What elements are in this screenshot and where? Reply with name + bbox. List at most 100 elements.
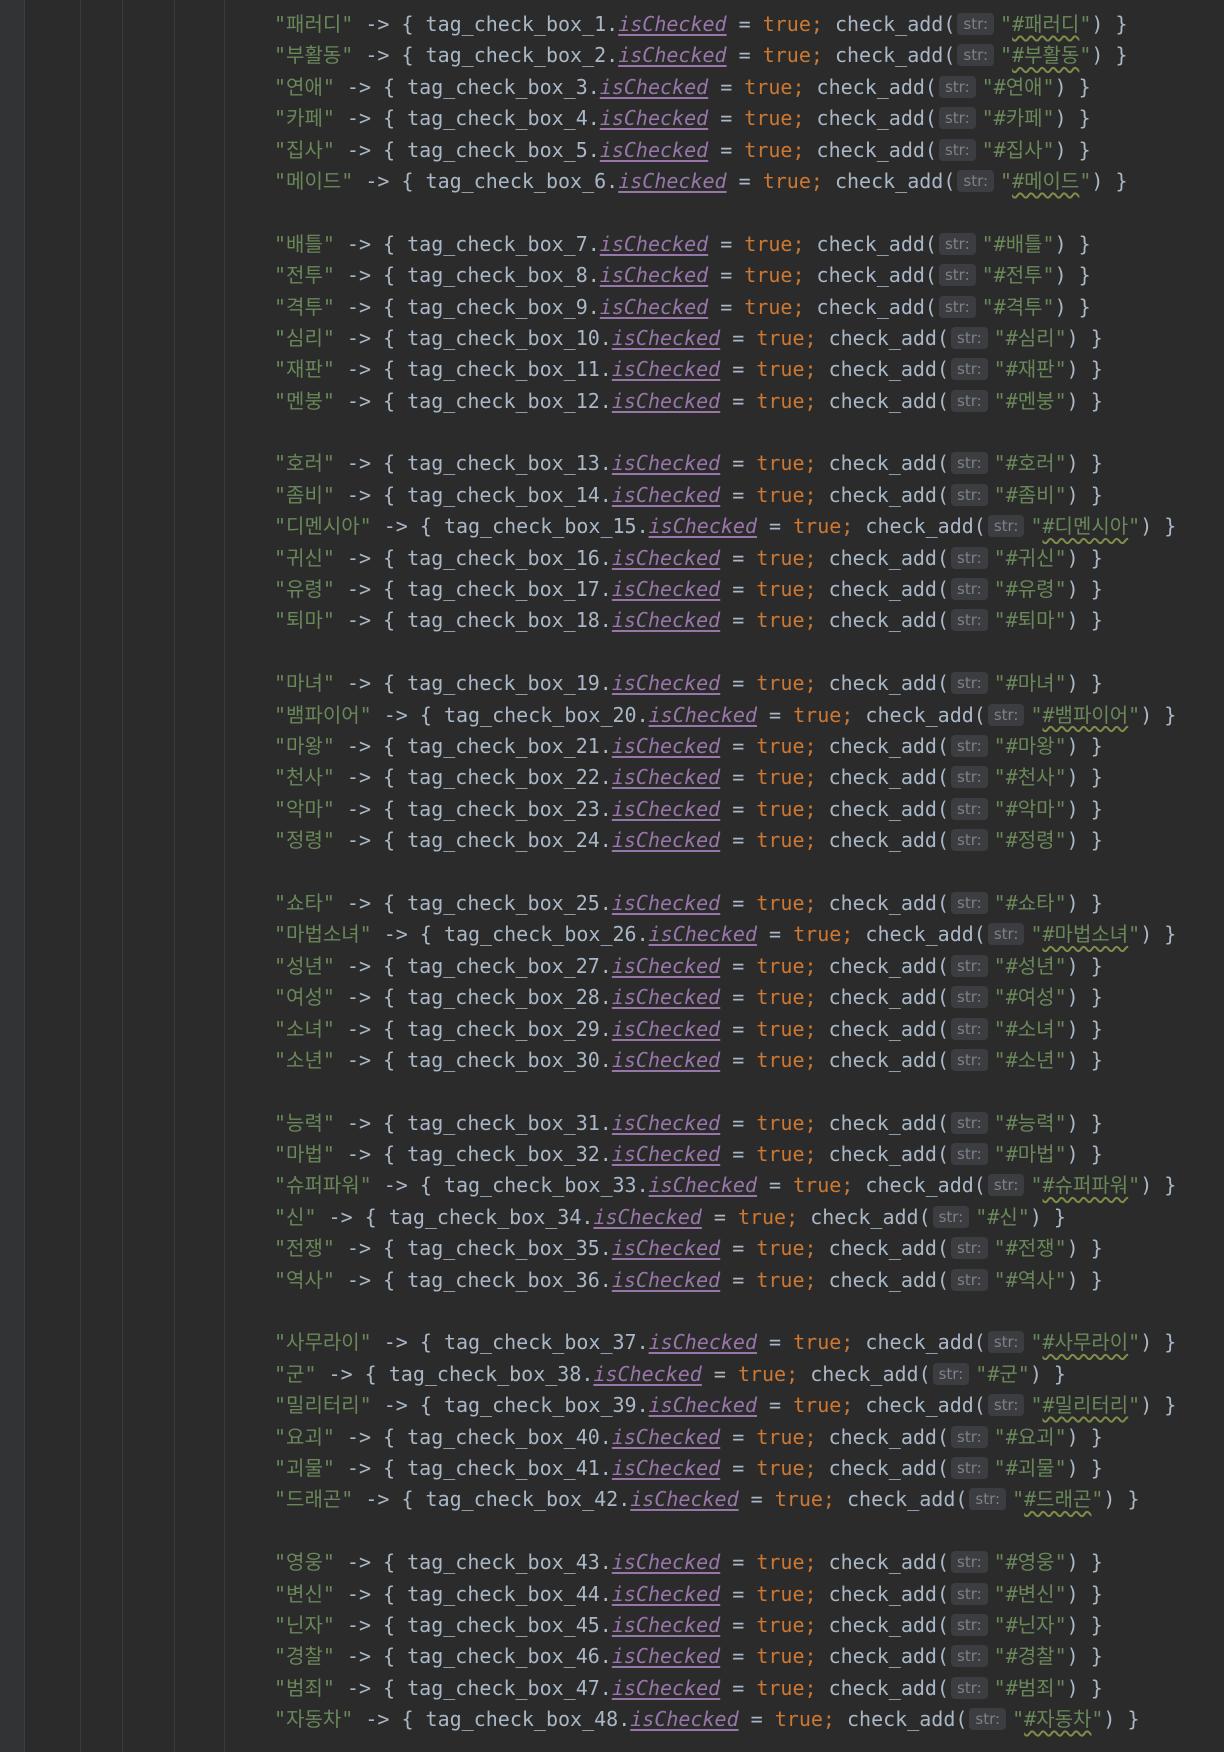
tag-string: #군 (987, 1361, 1018, 1386)
assign-operator: = (720, 1455, 757, 1480)
code-line[interactable]: "좀비" -> { tag_check_box_14.isChecked = t… (274, 480, 1214, 511)
code-line[interactable]: "호러" -> { tag_check_box_13.isChecked = t… (274, 448, 1214, 479)
true-keyword: true; (793, 922, 854, 947)
code-line[interactable]: "귀신" -> { tag_check_box_16.isChecked = t… (274, 543, 1214, 574)
checkbox-ref: tag_check_box_13. (407, 451, 612, 476)
checkbox-ref: tag_check_box_36. (407, 1267, 612, 1292)
code-line[interactable]: "마법" -> { tag_check_box_32.isChecked = t… (274, 1139, 1214, 1170)
tag-string: #쇼타 (1005, 890, 1055, 915)
code-line[interactable]: "심리" -> { tag_check_box_10.isChecked = t… (274, 323, 1214, 354)
blank-line[interactable] (274, 857, 1214, 888)
code-line[interactable]: "범죄" -> { tag_check_box_47.isChecked = t… (274, 1673, 1214, 1704)
code-line[interactable]: "신" -> { tag_check_box_34.isChecked = tr… (274, 1202, 1214, 1233)
blank-line[interactable] (274, 1076, 1214, 1107)
code-line[interactable]: "정령" -> { tag_check_box_24.isChecked = t… (274, 825, 1214, 856)
param-hint: str: (987, 1174, 1025, 1197)
code-line[interactable]: "패러디" -> { tag_check_box_1.isChecked = t… (274, 9, 1214, 40)
code-line[interactable]: "배틀" -> { tag_check_box_7.isChecked = tr… (274, 229, 1214, 260)
code-line[interactable]: "성년" -> { tag_check_box_27.isChecked = t… (274, 951, 1214, 982)
code-line[interactable]: "군" -> { tag_check_box_38.isChecked = tr… (274, 1359, 1214, 1390)
quote: " (1017, 1361, 1030, 1386)
close-brace: ) } (1054, 263, 1091, 288)
code-line[interactable]: "드래곤" -> { tag_check_box_42.isChecked = … (274, 1484, 1214, 1515)
code-line[interactable]: "멘붕" -> { tag_check_box_12.isChecked = t… (274, 386, 1214, 417)
code-line[interactable]: "카페" -> { tag_check_box_4.isChecked = tr… (274, 103, 1214, 134)
code-line[interactable]: "자동차" -> { tag_check_box_48.isChecked = … (274, 1704, 1214, 1735)
code-line[interactable]: "경찰" -> { tag_check_box_46.isChecked = t… (274, 1641, 1214, 1672)
code-line[interactable]: "천사" -> { tag_check_box_22.isChecked = t… (274, 762, 1214, 793)
tag-string: #퇴마 (1005, 608, 1055, 633)
checkbox-ref: tag_check_box_26. (443, 922, 649, 947)
code-line[interactable]: "괴물" -> { tag_check_box_41.isChecked = t… (274, 1453, 1214, 1484)
code-line[interactable]: "전쟁" -> { tag_check_box_35.isChecked = t… (274, 1233, 1214, 1264)
code-line[interactable]: "슈퍼파워" -> { tag_check_box_33.isChecked =… (274, 1170, 1214, 1201)
code-line[interactable]: "소녀" -> { tag_check_box_29.isChecked = t… (274, 1014, 1214, 1045)
code-line[interactable]: "요괴" -> { tag_check_box_40.isChecked = t… (274, 1422, 1214, 1453)
tag-string: #뱀파이어 (1042, 702, 1129, 727)
param-hint: str: (957, 169, 995, 192)
ischecked-property: isChecked (611, 577, 721, 602)
quote: " (993, 1455, 1006, 1480)
code-line[interactable]: "변신" -> { tag_check_box_44.isChecked = t… (274, 1579, 1214, 1610)
close-brace: ) } (1054, 74, 1091, 99)
code-line[interactable]: "쇼타" -> { tag_check_box_25.isChecked = t… (274, 888, 1214, 919)
code-line[interactable]: "여성" -> { tag_check_box_28.isChecked = t… (274, 982, 1214, 1013)
code-line[interactable]: "전투" -> { tag_check_box_8.isChecked = tr… (274, 260, 1214, 291)
assign-operator: = (720, 1612, 757, 1637)
arrow-operator: -> { (334, 1424, 408, 1449)
quote: " (981, 74, 994, 99)
ischecked-property: isChecked (611, 796, 721, 821)
code-line[interactable]: "능력" -> { tag_check_box_31.isChecked = t… (274, 1108, 1214, 1139)
close-brace: ) } (1066, 1455, 1103, 1480)
quote: " (993, 545, 1006, 570)
quote: " (993, 1142, 1006, 1167)
code-line[interactable]: "소년" -> { tag_check_box_30.isChecked = t… (274, 1045, 1214, 1076)
code-line[interactable]: "퇴마" -> { tag_check_box_18.isChecked = t… (274, 605, 1214, 636)
code-line[interactable]: "악마" -> { tag_check_box_23.isChecked = t… (274, 794, 1214, 825)
code-line[interactable]: "마녀" -> { tag_check_box_19.isChecked = t… (274, 668, 1214, 699)
param-hint: str: (987, 1331, 1025, 1354)
tag-string: #카페 (993, 106, 1043, 131)
tag-string: #전쟁 (1005, 1236, 1055, 1261)
code-line[interactable]: "유령" -> { tag_check_box_17.isChecked = t… (274, 574, 1214, 605)
code-line[interactable]: "영웅" -> { tag_check_box_43.isChecked = t… (274, 1547, 1214, 1578)
close-brace: ) } (1054, 106, 1091, 131)
tag-string: #범죄 (1005, 1675, 1055, 1700)
code-line[interactable]: "부활동" -> { tag_check_box_2.isChecked = t… (274, 40, 1214, 71)
ischecked-property: isChecked (611, 1110, 721, 1135)
code-line[interactable]: "메이드" -> { tag_check_box_6.isChecked = t… (274, 166, 1214, 197)
param-hint: str: (951, 1048, 988, 1071)
ischecked-property: isChecked (599, 74, 709, 99)
checkbox-ref: tag_check_box_5. (407, 137, 600, 162)
code-line[interactable]: "밀리터리" -> { tag_check_box_39.isChecked =… (274, 1390, 1214, 1421)
checkbox-ref: tag_check_box_6. (425, 168, 619, 193)
when-key: "부활동" (274, 43, 354, 68)
checkbox-ref: tag_check_box_38. (388, 1361, 594, 1386)
code-line[interactable]: "연애" -> { tag_check_box_3.isChecked = tr… (274, 72, 1214, 103)
blank-line[interactable] (274, 1516, 1214, 1547)
blank-line[interactable] (274, 197, 1214, 228)
assign-operator: = (708, 137, 745, 162)
blank-line[interactable] (274, 417, 1214, 448)
code-line[interactable]: "격투" -> { tag_check_box_9.isChecked = tr… (274, 292, 1214, 323)
assign-operator: = (720, 325, 757, 350)
assign-operator: = (726, 12, 763, 36)
code-editor[interactable]: "패러디" -> { tag_check_box_1. isChecked = t… (274, 9, 1214, 1735)
code-line[interactable]: "재판" -> { tag_check_box_11.isChecked = t… (274, 354, 1214, 385)
code-line[interactable]: "닌자" -> { tag_check_box_45.isChecked = t… (274, 1610, 1214, 1641)
code-line[interactable]: "마법소녀" -> { tag_check_box_26.isChecked =… (274, 919, 1214, 950)
code-line[interactable]: "디멘시아" -> { tag_check_box_15.isChecked =… (274, 511, 1214, 542)
code-line[interactable]: "뱀파이어" -> { tag_check_box_20.isChecked =… (274, 700, 1214, 731)
check-add-call: check_add( (816, 1612, 950, 1637)
ischecked-property: isChecked (611, 828, 721, 853)
blank-line[interactable] (274, 637, 1214, 668)
assign-operator: = (720, 1267, 757, 1292)
code-line[interactable]: "집사" -> { tag_check_box_5.isChecked = tr… (274, 135, 1214, 166)
blank-line[interactable] (274, 1296, 1214, 1327)
close-brace: ) } (1066, 765, 1103, 790)
quote: " (1000, 12, 1013, 36)
code-line[interactable]: "마왕" -> { tag_check_box_21.isChecked = t… (274, 731, 1214, 762)
code-line[interactable]: "사무라이" -> { tag_check_box_37.isChecked =… (274, 1327, 1214, 1358)
code-line[interactable]: "역사" -> { tag_check_box_36.isChecked = t… (274, 1265, 1214, 1296)
quote: " (1128, 1173, 1141, 1198)
